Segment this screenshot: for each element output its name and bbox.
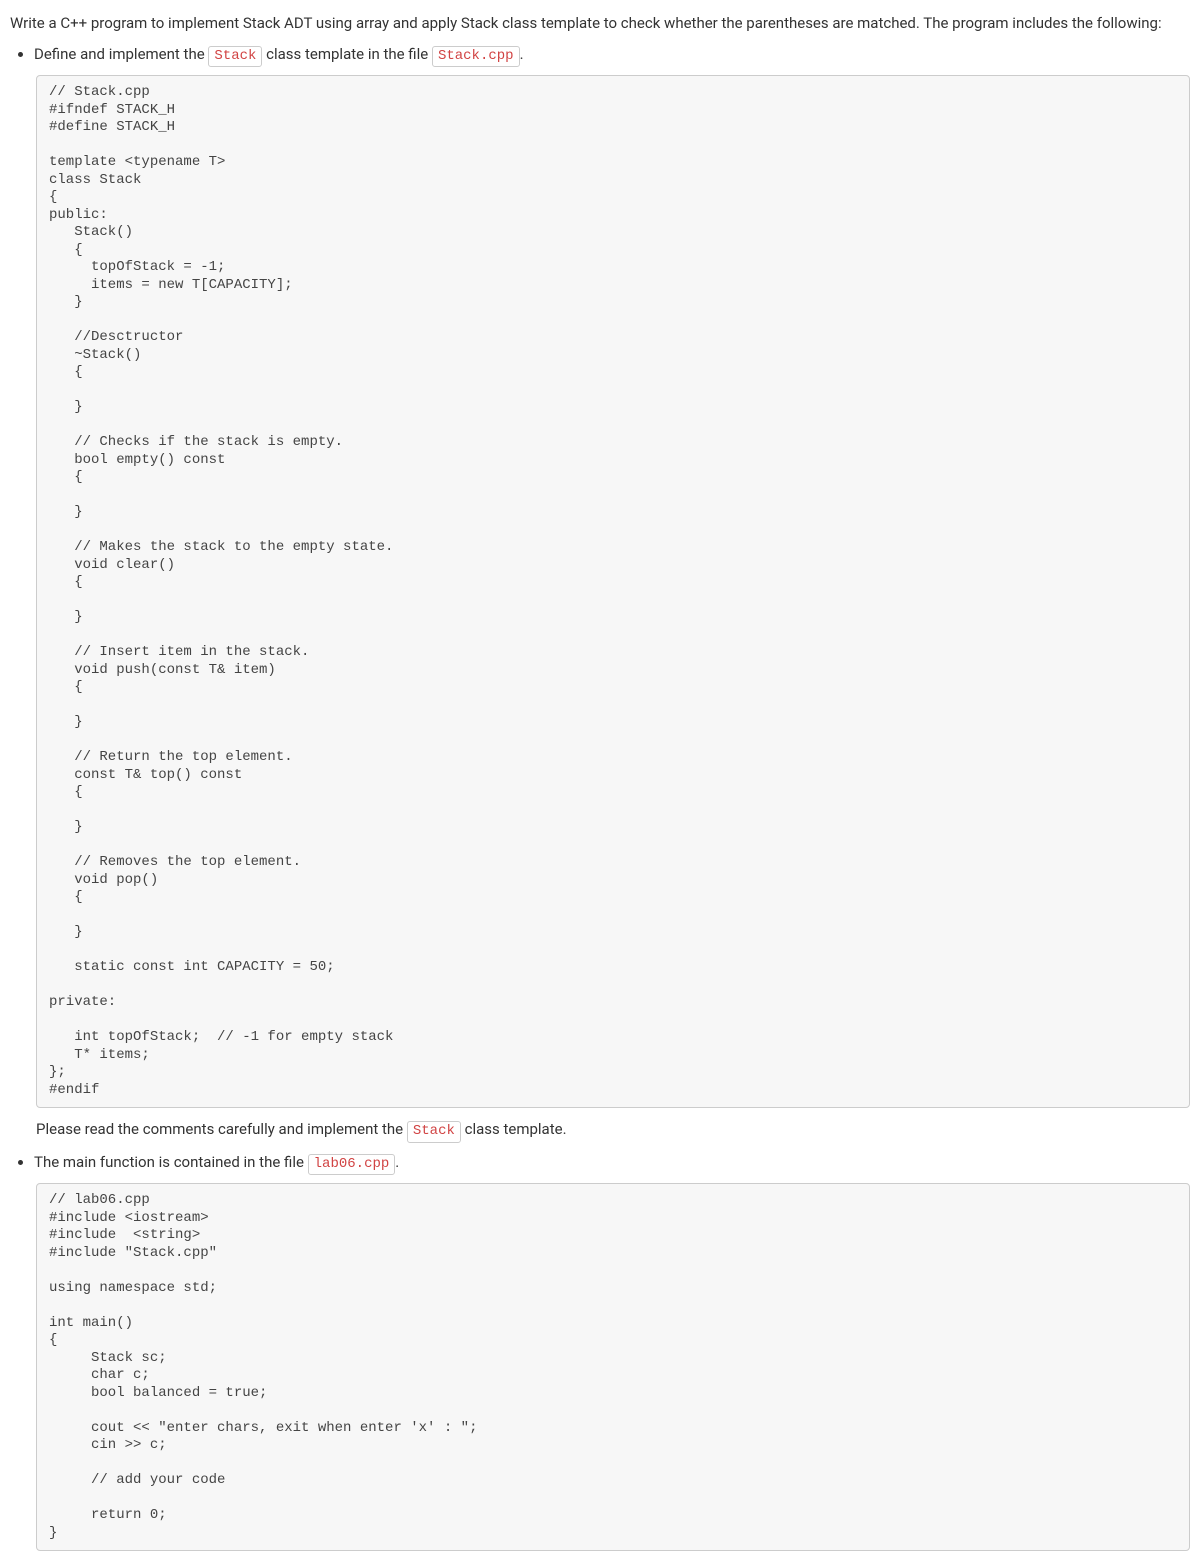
bullet1-part1: Define and implement the xyxy=(34,45,208,63)
bullet1-part3: . xyxy=(520,45,524,63)
instruction-list: Define and implement the Stack class tem… xyxy=(10,43,1190,68)
inline-code-stack-cpp: Stack.cpp xyxy=(432,46,520,68)
midnote-part2: class template. xyxy=(461,1120,567,1138)
list-item: The main function is contained in the fi… xyxy=(34,1151,1190,1176)
inline-code-stack-mid: Stack xyxy=(407,1121,461,1143)
midnote-part1: Please read the comments carefully and i… xyxy=(36,1120,407,1138)
bullet1-part2: class template in the file xyxy=(262,45,432,63)
code-block-lab06-cpp: // lab06.cpp #include <iostream> #includ… xyxy=(36,1183,1190,1551)
bullet2-part1: The main function is contained in the fi… xyxy=(34,1153,308,1171)
bullet2-part2: . xyxy=(395,1153,399,1171)
code-block-stack-cpp: // Stack.cpp #ifndef STACK_H #define STA… xyxy=(36,75,1190,1108)
intro-text: Write a C++ program to implement Stack A… xyxy=(10,12,1190,35)
inline-code-stack: Stack xyxy=(208,46,262,68)
inline-code-lab06: lab06.cpp xyxy=(308,1154,396,1176)
mid-note: Please read the comments carefully and i… xyxy=(36,1118,1190,1143)
list-item: Define and implement the Stack class tem… xyxy=(34,43,1190,68)
instruction-list-2: The main function is contained in the fi… xyxy=(10,1151,1190,1176)
